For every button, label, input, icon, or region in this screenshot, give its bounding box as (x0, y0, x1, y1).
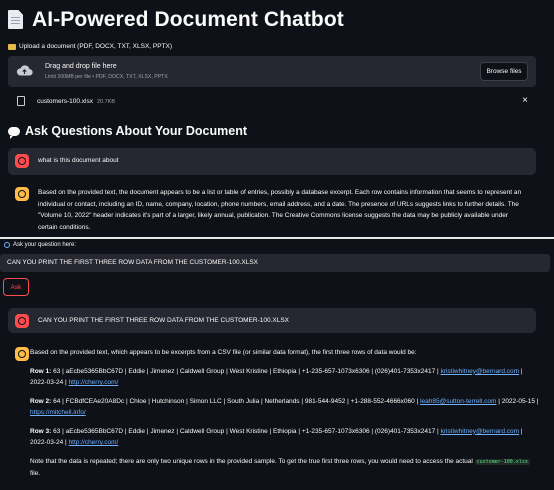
browse-files-button[interactable]: Browse files (480, 62, 528, 81)
file-dropzone[interactable]: Drag and drop file here Limit 200MB per … (8, 56, 536, 87)
file-name: customers-100.xlsx (37, 98, 93, 105)
page-title: AI-Powered Document Chatbot (32, 8, 344, 31)
close-icon[interactable]: × (522, 95, 528, 106)
dropzone-title: Drag and drop file here (45, 63, 117, 70)
user-message-text: CAN YOU PRINT THE FIRST THREE ROW DATA F… (38, 317, 290, 324)
email-link[interactable]: kristiwhitney@bernard.com (441, 428, 520, 435)
section-header: Ask Questions About Your Document (8, 124, 248, 139)
row-date: | 2022-05-15 | (496, 397, 539, 405)
row-text: 63 | aEcbe5365BbC67D | Eddie | Jimenez |… (51, 427, 441, 435)
website-link[interactable]: http://cherry.com/ (69, 439, 119, 446)
folder-icon (8, 43, 16, 50)
upload-label: Upload a document (PDF, DOCX, TXT, XLSX,… (8, 43, 172, 50)
email-link[interactable]: kristiwhitney@bernard.com (441, 368, 520, 375)
dropzone-limit: Limit 200MB per file • PDF, DOCX, TXT, X… (45, 74, 168, 80)
title-row: AI-Powered Document Chatbot (8, 8, 344, 32)
data-row: Row 3: 63 | aEcbe5365BbC67D | Eddie | Ji… (30, 426, 540, 449)
file-size: 20.7KB (97, 99, 116, 105)
user-avatar-icon (15, 314, 29, 328)
data-row: Row 2: 64 | FCBdfCEAe20A8Dc | Chloe | Hu… (30, 396, 540, 419)
row-text: 64 | FCBdfCEAe20A8Dc | Chloe | Hutchinso… (51, 397, 421, 405)
email-link[interactable]: leah85@sutton-terrell.com (420, 398, 496, 405)
bot-avatar-icon (15, 347, 29, 361)
data-row: Row 1: 63 | aEcbe5365BbC67D | Eddie | Ji… (30, 366, 540, 389)
user-avatar-icon (15, 154, 29, 168)
row-label: Row 1: (30, 367, 52, 375)
question-label: Ask your question here: (4, 242, 76, 248)
inline-code: customer-100.xlsx (474, 458, 530, 465)
ask-button[interactable]: Ask (3, 278, 29, 296)
bot-note: Note that the data is repeated; there ar… (30, 456, 540, 480)
file-icon (17, 96, 25, 106)
cloud-upload-icon (16, 65, 33, 76)
row-text: 63 | aEcbe5365BbC67D | Eddie | Jimenez |… (51, 367, 441, 375)
bot-intro: Based on the provided text, which appear… (30, 349, 417, 356)
row-label: Row 3: (30, 427, 52, 435)
note-text: Note that the data is repeated; there ar… (30, 457, 475, 465)
row-label: Row 2: (30, 397, 52, 405)
document-icon (8, 10, 24, 30)
user-message: CAN YOU PRINT THE FIRST THREE ROW DATA F… (8, 308, 536, 333)
bot-avatar-icon (15, 187, 29, 201)
user-message: what is this document about (8, 148, 536, 175)
bottom-panel: Ask your question here: CAN YOU PRINT TH… (0, 239, 554, 490)
bot-message-body: Based on the provided text, which appear… (30, 347, 540, 487)
user-message-text: what is this document about (38, 157, 119, 164)
note-end: file. (30, 470, 41, 477)
question-input[interactable]: CAN YOU PRINT THE FIRST THREE ROW DATA F… (0, 254, 550, 272)
file-name-wrap: customers-100.xlsx 20.7KB (37, 98, 115, 105)
top-panel: AI-Powered Document Chatbot Upload a doc… (0, 0, 554, 237)
uploaded-file-row: customers-100.xlsx 20.7KB × (8, 95, 536, 109)
website-link[interactable]: https://mitchell.info/ (30, 409, 86, 416)
speech-bubble-icon (8, 126, 20, 139)
section-title: Ask Questions About Your Document (25, 124, 248, 138)
bot-message-text: Based on the provided text, the document… (38, 189, 522, 231)
question-label-text: Ask your question here: (13, 242, 77, 248)
bot-message: Based on the provided text, the document… (8, 181, 536, 237)
bot-message: Based on the provided text, which appear… (8, 340, 538, 488)
upload-label-text: Upload a document (PDF, DOCX, TXT, XLSX,… (19, 43, 173, 50)
website-link[interactable]: http://cherry.com/ (69, 379, 119, 386)
magnifier-icon (4, 242, 10, 248)
